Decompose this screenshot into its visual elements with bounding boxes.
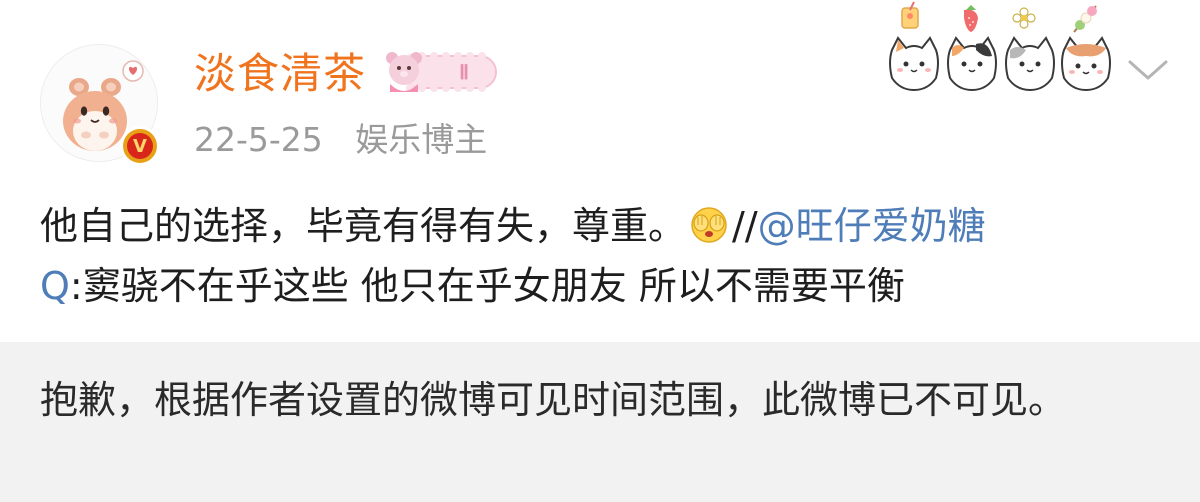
verified-v-badge-icon: V bbox=[120, 126, 160, 166]
juice-icon bbox=[901, 1, 919, 29]
content-text-2: :窦骁不在乎这些 他只在乎女朋友 所以不需要平衡 bbox=[69, 264, 905, 308]
post-content: 他自己的选择，毕竟有得有失，尊重。 //@旺仔爱奶糖 Q:窦骁不在乎这些 他只在… bbox=[40, 196, 1180, 316]
strawberry-icon bbox=[964, 5, 978, 32]
post-time[interactable]: 22-5-25 bbox=[194, 120, 323, 159]
dango-icon bbox=[1073, 5, 1097, 33]
cat-2-icon bbox=[947, 36, 997, 92]
content-prefix-link[interactable]: Q bbox=[40, 264, 70, 308]
author-category-tag: 娱乐博主 bbox=[355, 120, 488, 159]
author-avatar[interactable]: V bbox=[40, 44, 160, 166]
content-text: 他自己的选择，毕竟有得有失，尊重。 bbox=[40, 204, 687, 248]
weibo-post-card: V 淡食清茶 Ⅱ 22-5-25 娱乐博主 他自己的选择，毕竟有得有失，尊重。 … bbox=[0, 0, 1200, 502]
notice-text: 抱歉，根据作者设置的微博可见时间范围，此微博已不可见。 bbox=[40, 378, 1067, 422]
flower-icon bbox=[1012, 7, 1036, 29]
cat-3-icon bbox=[1005, 36, 1055, 92]
chevron-down-icon bbox=[1128, 60, 1168, 80]
more-options-button[interactable] bbox=[1124, 52, 1172, 88]
member-level-text: Ⅱ bbox=[459, 62, 469, 84]
facepalm-emoji-icon bbox=[688, 202, 730, 244]
mention-link[interactable]: @旺仔爱奶糖 bbox=[758, 204, 986, 248]
cat-4-icon bbox=[1061, 36, 1111, 92]
author-name[interactable]: 淡食清茶 bbox=[194, 46, 366, 102]
cat-1-icon bbox=[889, 36, 939, 92]
cat-stickers-decoration bbox=[884, 0, 1124, 100]
content-line-2: Q:窦骁不在乎这些 他只在乎女朋友 所以不需要平衡 bbox=[40, 256, 1180, 316]
repost-separator: // bbox=[732, 204, 758, 248]
content-line-1: 他自己的选择，毕竟有得有失，尊重。 //@旺仔爱奶糖 bbox=[40, 196, 1180, 256]
member-level-badge-icon[interactable]: Ⅱ bbox=[382, 48, 500, 96]
repost-unavailable-notice: 抱歉，根据作者设置的微博可见时间范围，此微博已不可见。 bbox=[0, 342, 1200, 502]
post-meta: 22-5-25 娱乐博主 bbox=[194, 118, 487, 162]
